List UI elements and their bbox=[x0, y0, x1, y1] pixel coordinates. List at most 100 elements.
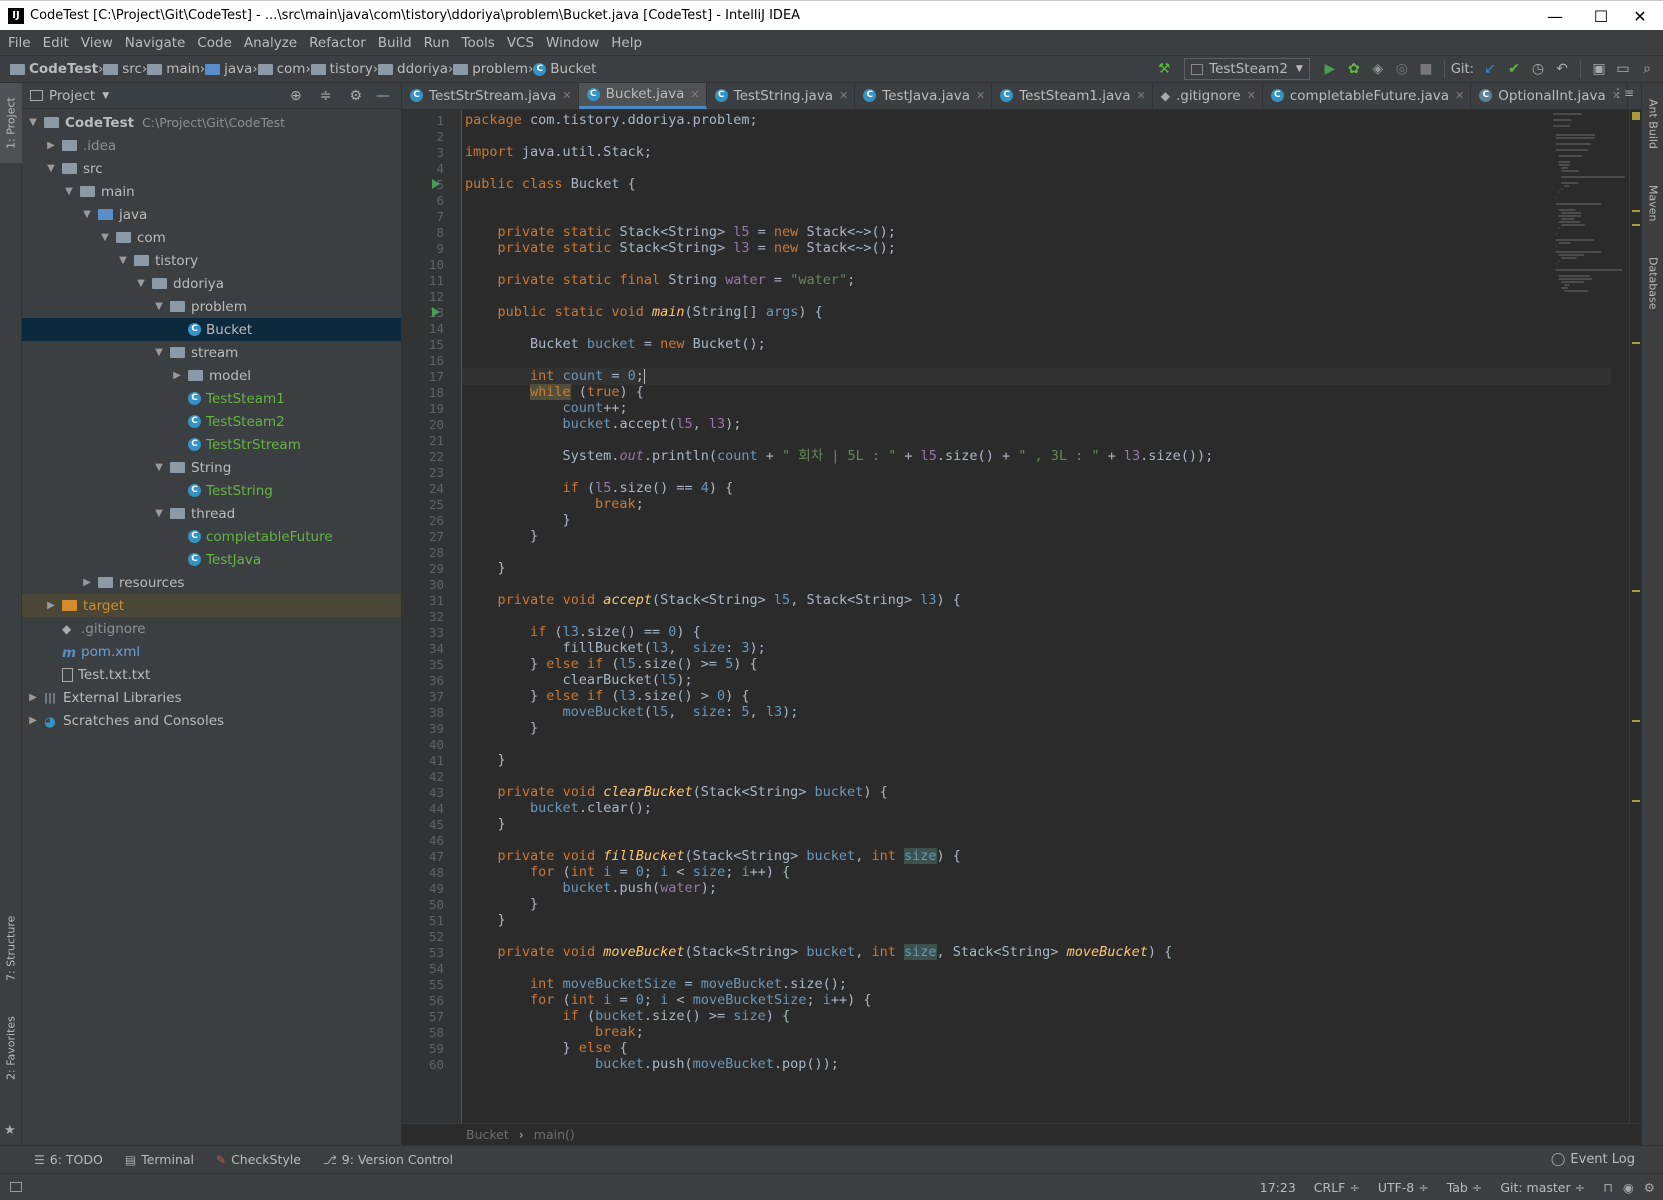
tree-node-codetest[interactable]: ▼ CodeTest C:\Project\Git\CodeTest bbox=[22, 111, 401, 134]
warning-marker[interactable] bbox=[1632, 590, 1640, 592]
editor-tab-teststeam1-java[interactable]: C TestSteam1.java ✕ bbox=[992, 83, 1153, 109]
warning-marker[interactable] bbox=[1632, 210, 1640, 212]
memory-icon[interactable]: ⚙ bbox=[1644, 1180, 1655, 1195]
git-branch[interactable]: Git: master ÷ bbox=[1500, 1180, 1585, 1195]
tree-node-teststring[interactable]: C TestString bbox=[22, 479, 401, 502]
nav-crumb-java[interactable]: java bbox=[205, 61, 252, 77]
chevron-down-icon[interactable]: ▼ bbox=[152, 301, 166, 312]
nav-crumb-main[interactable]: main bbox=[147, 61, 200, 77]
nav-crumb-codetest[interactable]: CodeTest bbox=[10, 61, 98, 77]
profile-icon[interactable]: ◎ bbox=[1390, 57, 1414, 81]
close-tab-icon[interactable]: ✕ bbox=[1455, 89, 1464, 102]
warning-marker[interactable] bbox=[1632, 342, 1640, 344]
warning-marker[interactable] bbox=[1632, 224, 1640, 226]
menu-file[interactable]: File bbox=[2, 35, 37, 51]
nav-crumb-com[interactable]: com bbox=[257, 61, 305, 77]
chevron-down-icon[interactable]: ▼ bbox=[152, 508, 166, 519]
indent-setting[interactable]: Tab ÷ bbox=[1447, 1180, 1483, 1195]
warning-marker[interactable] bbox=[1632, 720, 1640, 722]
tool-tab-favorites[interactable]: 2: Favorites bbox=[0, 1003, 22, 1093]
tree-node-ddoriya[interactable]: ▼ ddoriya bbox=[22, 272, 401, 295]
chevron-right-icon[interactable]: ▶ bbox=[26, 715, 40, 726]
close-tab-icon[interactable]: ✕ bbox=[976, 89, 985, 102]
crumb-method[interactable]: main() bbox=[534, 1127, 575, 1142]
tool-tab-database[interactable]: Database bbox=[1642, 243, 1663, 323]
tool-window-9-version-control[interactable]: ⎇ 9: Version Control bbox=[323, 1152, 453, 1167]
editor-tab-teststring-java[interactable]: C TestString.java ✕ bbox=[707, 83, 856, 109]
inspector-icon[interactable]: ◉ bbox=[1623, 1180, 1634, 1195]
tree-node-model[interactable]: ▶ model bbox=[22, 364, 401, 387]
project-structure-icon[interactable]: ▣ bbox=[1587, 57, 1611, 81]
chevron-right-icon[interactable]: ▶ bbox=[44, 140, 58, 151]
stop-icon[interactable]: ■ bbox=[1414, 57, 1438, 81]
gear-icon[interactable]: ⚙ bbox=[349, 88, 362, 104]
tool-tab-maven[interactable]: Maven bbox=[1642, 173, 1663, 233]
nav-crumb-tistory[interactable]: tistory bbox=[310, 61, 373, 77]
tree-node-test-txt-txt[interactable]: Test.txt.txt bbox=[22, 663, 401, 686]
chevron-right-icon[interactable]: ▶ bbox=[80, 577, 94, 588]
inspection-ok-icon[interactable] bbox=[1632, 112, 1640, 120]
nav-crumb-problem[interactable]: problem bbox=[453, 61, 528, 77]
tool-tab-project[interactable]: 1: Project bbox=[0, 83, 22, 163]
build-hammer-icon[interactable]: ⚒ bbox=[1152, 57, 1176, 81]
chevron-right-icon[interactable]: ▶ bbox=[26, 692, 40, 703]
error-stripe[interactable] bbox=[1629, 110, 1641, 1123]
menu-tools[interactable]: Tools bbox=[456, 35, 501, 51]
close-tab-icon[interactable]: ✕ bbox=[1247, 89, 1256, 102]
search-icon[interactable]: ⌕ bbox=[1635, 57, 1659, 81]
collapse-all-icon[interactable]: ≑ bbox=[320, 88, 332, 104]
tree-node-resources[interactable]: ▶ resources bbox=[22, 571, 401, 594]
chevron-down-icon[interactable]: ▼ bbox=[26, 117, 40, 128]
code-editor[interactable]: 1 2 3 4 5 6 7 8 9 10 11 12 13 14 15 16 17 18 19 20 21 22 23 24 2… bbox=[402, 110, 1641, 1123]
run-icon[interactable]: ▶ bbox=[1318, 57, 1342, 81]
tool-tab-ant-build[interactable]: Ant Build bbox=[1642, 89, 1663, 159]
close-tab-icon[interactable]: ✕ bbox=[562, 89, 571, 102]
close-tab-icon[interactable]: ✕ bbox=[839, 89, 848, 102]
editor-tab-bucket-java[interactable]: C Bucket.java ✕ bbox=[578, 83, 707, 109]
run-gutter-icon[interactable] bbox=[432, 179, 440, 189]
menu-navigate[interactable]: Navigate bbox=[119, 35, 192, 51]
crumb-class[interactable]: Bucket bbox=[466, 1127, 509, 1142]
tree-node-testjava[interactable]: C TestJava bbox=[22, 548, 401, 571]
menu-view[interactable]: View bbox=[75, 35, 119, 51]
event-log-button[interactable]: ◯ Event Log bbox=[1551, 1152, 1663, 1167]
menu-analyze[interactable]: Analyze bbox=[238, 35, 303, 51]
tree-node-src[interactable]: ▼ src bbox=[22, 157, 401, 180]
editor-tab-teststrstream-java[interactable]: C TestStrStream.java ✕ bbox=[402, 83, 579, 109]
tab-list-icon[interactable]: ⋮≡ bbox=[1612, 86, 1634, 100]
tree-node-teststeam1[interactable]: C TestSteam1 bbox=[22, 387, 401, 410]
editor-tab-completablefuture-java[interactable]: CcompletableFuture.java ✕ bbox=[1263, 83, 1472, 109]
git-rollback-icon[interactable]: ↶ bbox=[1550, 57, 1574, 81]
toggle-tool-windows-icon[interactable] bbox=[10, 1182, 22, 1192]
close-button[interactable]: ✕ bbox=[1617, 1, 1663, 31]
close-tab-icon[interactable]: ✕ bbox=[690, 88, 699, 101]
tree-node-com[interactable]: ▼ com bbox=[22, 226, 401, 249]
locate-file-icon[interactable]: ⊕ bbox=[290, 88, 302, 104]
nav-crumb-src[interactable]: src bbox=[103, 61, 142, 77]
tree-node-scratches-and-consoles[interactable]: ▶ ◕ Scratches and Consoles bbox=[22, 709, 401, 732]
chevron-down-icon[interactable]: ▼ bbox=[62, 186, 76, 197]
editor-tab-testjava-java[interactable]: C TestJava.java ✕ bbox=[855, 83, 993, 109]
menu-vcs[interactable]: VCS bbox=[501, 35, 540, 51]
chevron-right-icon[interactable]: ▶ bbox=[170, 370, 184, 381]
hide-panel-icon[interactable]: — bbox=[376, 88, 390, 104]
tree-node-external-libraries[interactable]: ▶ ||| External Libraries bbox=[22, 686, 401, 709]
menu-window[interactable]: Window bbox=[540, 35, 605, 51]
chevron-down-icon[interactable]: ▼ bbox=[116, 255, 130, 266]
warning-marker[interactable] bbox=[1632, 800, 1640, 802]
menu-run[interactable]: Run bbox=[418, 35, 456, 51]
editor-tab-gitignore[interactable]: ◆ .gitignore ✕ bbox=[1153, 83, 1263, 109]
chevron-right-icon[interactable]: ▶ bbox=[44, 600, 58, 611]
chevron-down-icon[interactable]: ▼ bbox=[152, 462, 166, 473]
tree-node-main[interactable]: ▼ main bbox=[22, 180, 401, 203]
menu-help[interactable]: Help bbox=[605, 35, 648, 51]
code-minimap[interactable] bbox=[1549, 110, 1627, 310]
tool-window-6-todo[interactable]: ☰ 6: TODO bbox=[34, 1152, 103, 1167]
git-commit-check-icon[interactable]: ✔ bbox=[1502, 57, 1526, 81]
close-tab-icon[interactable]: ✕ bbox=[1137, 89, 1146, 102]
tree-node-pom-xml[interactable]: m pom.xml bbox=[22, 640, 401, 663]
tree-node-bucket[interactable]: C Bucket bbox=[22, 318, 401, 341]
project-view-selector[interactable]: Project ▼ bbox=[30, 88, 109, 104]
menu-code[interactable]: Code bbox=[191, 35, 238, 51]
tree-node-problem[interactable]: ▼ problem bbox=[22, 295, 401, 318]
